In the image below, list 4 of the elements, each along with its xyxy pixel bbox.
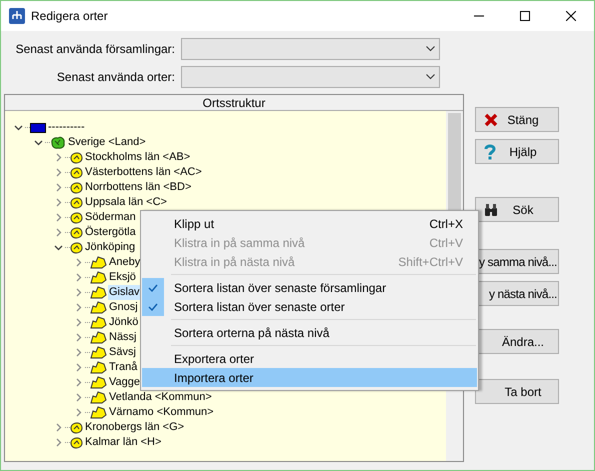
window-title: Redigera orter: [31, 8, 108, 25]
field-label: Senast använda orter:: [56, 69, 176, 86]
column-header: Ortsstruktur: [5, 95, 463, 111]
field-label: Senast använda församlingar:: [14, 41, 176, 58]
